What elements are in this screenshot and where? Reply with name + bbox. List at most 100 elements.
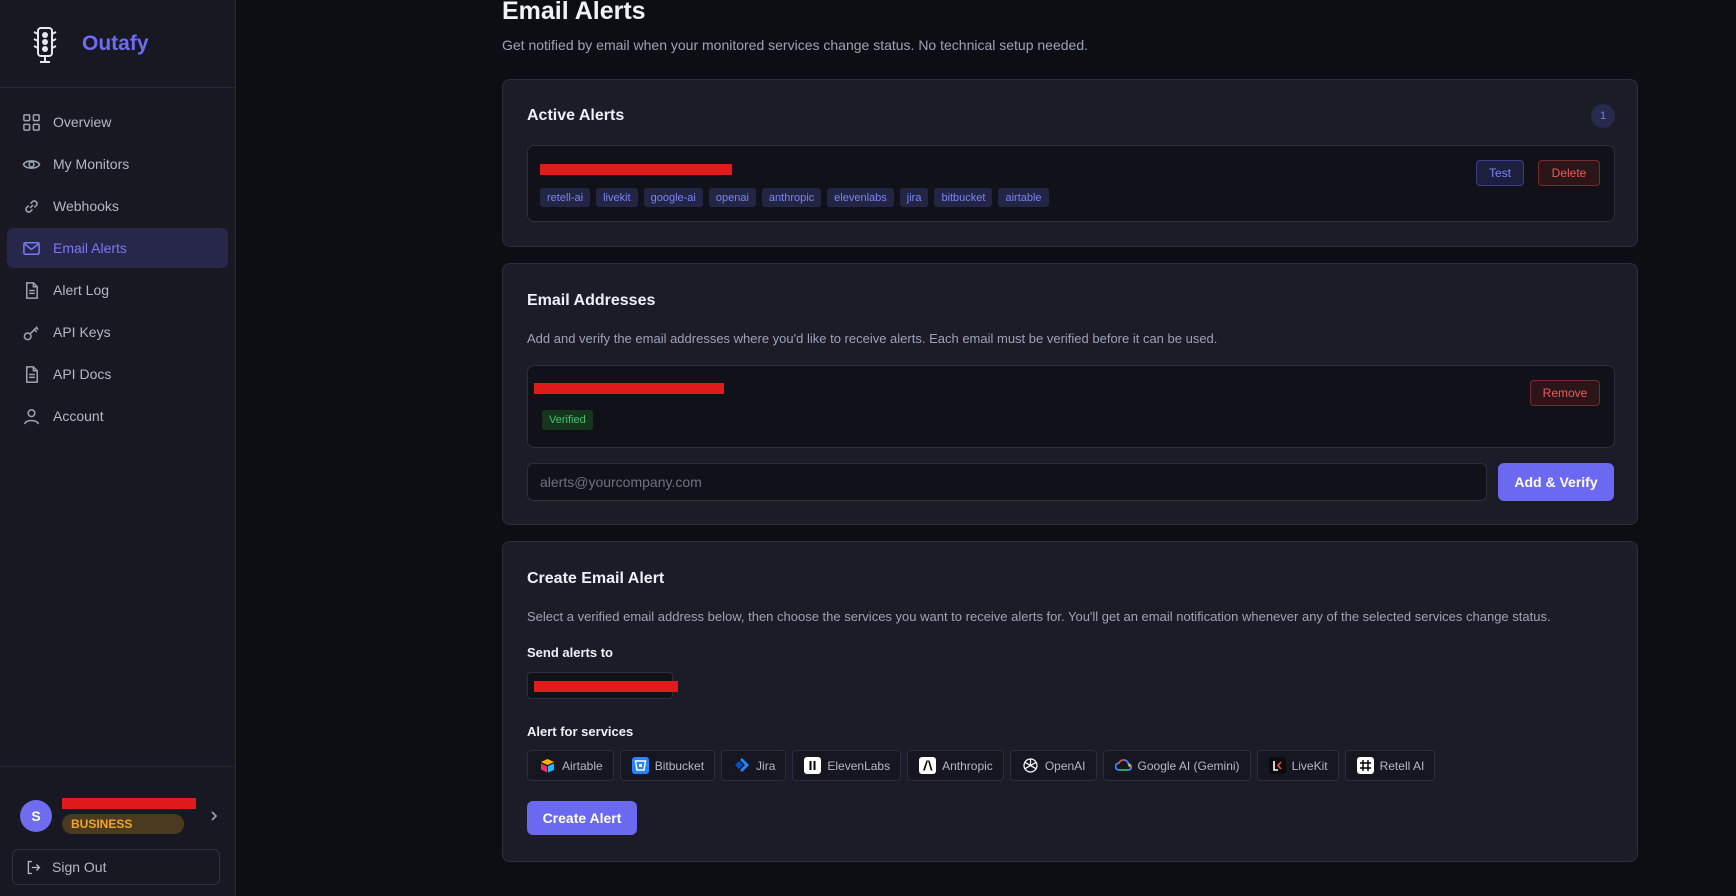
email-input[interactable]: [527, 463, 1487, 501]
avatar: S: [20, 800, 52, 832]
email-addresses-title: Email Addresses: [527, 292, 656, 309]
service-option-jira[interactable]: Jira: [721, 750, 787, 781]
document-icon: [21, 364, 41, 384]
email-addresses-description: Add and verify the email addresses where…: [527, 331, 1218, 346]
email-entry: Verified Remove: [527, 365, 1615, 448]
service-option-anthropic[interactable]: Anthropic: [907, 750, 1004, 781]
brand-name: Outafy: [82, 31, 149, 55]
service-label: OpenAI: [1044, 758, 1086, 773]
verified-badge: Verified: [542, 410, 593, 430]
sidebar-item-api-keys[interactable]: API Keys: [7, 312, 228, 352]
create-alert-button[interactable]: Create Alert: [527, 801, 637, 835]
service-option-livekit[interactable]: LiveKit: [1256, 750, 1339, 781]
send-to-email-redacted: [534, 681, 678, 692]
sidebar-item-email-alerts[interactable]: Email Alerts: [7, 228, 228, 268]
service-tag: anthropic: [761, 188, 822, 207]
service-label: LiveKit: [1291, 758, 1328, 773]
email-address-redacted: [534, 383, 724, 394]
service-tag: elevenlabs: [827, 188, 894, 207]
service-label: Anthropic: [942, 758, 993, 773]
service-tag: openai: [708, 188, 756, 207]
sidebar-item-label: Account: [53, 408, 104, 424]
sidebar-item-label: Email Alerts: [53, 240, 127, 256]
chevron-right-icon: [211, 811, 218, 821]
user-meta: BUSINESS: [62, 798, 198, 834]
remove-email-button[interactable]: Remove: [1530, 380, 1600, 406]
sidebar: Outafy Overview My Monitors Webhooks Ema…: [0, 0, 236, 896]
retell-icon: [1356, 757, 1374, 774]
sidebar-item-label: My Monitors: [53, 156, 130, 172]
alert-service-tags: retell-ai livekit google-ai openai anthr…: [540, 188, 1049, 207]
send-to-email-option[interactable]: [527, 672, 678, 699]
service-option-bitbucket[interactable]: Bitbucket: [619, 750, 716, 781]
elevenlabs-icon: [804, 757, 822, 774]
page-title: Email Alerts: [502, 0, 646, 25]
sidebar-item-api-docs[interactable]: API Docs: [7, 354, 228, 394]
service-option-google-ai[interactable]: Google AI (Gemini): [1102, 750, 1251, 781]
service-option-airtable[interactable]: Airtable: [527, 750, 614, 781]
sign-out-icon: [27, 860, 41, 874]
sign-out-label: Sign Out: [52, 859, 107, 875]
service-tag: airtable: [998, 188, 1049, 207]
create-alert-description: Select a verified email address below, t…: [527, 609, 1551, 624]
sidebar-item-label: API Keys: [53, 324, 111, 340]
service-tag: retell-ai: [540, 188, 591, 207]
sidebar-item-webhooks[interactable]: Webhooks: [7, 186, 228, 226]
sidebar-item-account[interactable]: Account: [7, 396, 228, 436]
anthropic-icon: [919, 757, 937, 774]
user-name-redacted: [62, 798, 196, 809]
service-options: Airtable Bitbucket Jira ElevenLabs Anthr…: [527, 750, 1436, 781]
service-option-retell-ai[interactable]: Retell AI: [1344, 750, 1436, 781]
google-cloud-icon: [1114, 757, 1132, 774]
service-label: Google AI (Gemini): [1137, 758, 1240, 773]
active-alerts-title: Active Alerts: [527, 107, 625, 124]
service-tag: jira: [899, 188, 929, 207]
active-alerts-count-badge: 1: [1591, 104, 1615, 128]
send-to-label: Send alerts to: [527, 645, 613, 660]
add-verify-button[interactable]: Add & Verify: [1498, 463, 1614, 501]
sidebar-nav: Overview My Monitors Webhooks Email Aler…: [0, 88, 235, 436]
sidebar-item-label: Alert Log: [53, 282, 110, 298]
key-icon: [21, 322, 41, 342]
bitbucket-icon: [631, 757, 649, 774]
airtable-icon: [539, 757, 556, 774]
openai-icon: [1022, 757, 1039, 774]
sidebar-item-alert-log[interactable]: Alert Log: [7, 270, 228, 310]
service-label: ElevenLabs: [827, 758, 891, 773]
link-icon: [21, 196, 41, 216]
service-tag: livekit: [596, 188, 638, 207]
service-option-elevenlabs[interactable]: ElevenLabs: [792, 750, 902, 781]
service-label: Airtable: [562, 758, 603, 773]
sidebar-item-label: Webhooks: [53, 198, 119, 214]
create-alert-title: Create Email Alert: [527, 570, 665, 587]
sidebar-item-my-monitors[interactable]: My Monitors: [7, 144, 228, 184]
services-label: Alert for services: [527, 724, 634, 739]
sidebar-item-label: API Docs: [53, 366, 112, 382]
document-icon: [21, 280, 41, 300]
service-option-openai[interactable]: OpenAI: [1009, 750, 1097, 781]
service-tag: bitbucket: [934, 188, 993, 207]
user-icon: [21, 406, 41, 426]
brand[interactable]: Outafy: [0, 0, 235, 88]
service-label: Bitbucket: [654, 758, 705, 773]
delete-alert-button[interactable]: Delete: [1538, 160, 1600, 186]
mail-icon: [21, 238, 41, 258]
email-addresses-card: Email Addresses Add and verify the email…: [502, 263, 1638, 525]
service-label: Jira: [756, 758, 776, 773]
test-alert-button[interactable]: Test: [1476, 160, 1524, 186]
alert-email-redacted: [540, 164, 732, 175]
create-alert-card: Create Email Alert Select a verified ema…: [502, 541, 1638, 862]
page-subtitle: Get notified by email when your monitore…: [502, 37, 1088, 53]
user-menu[interactable]: S BUSINESS: [20, 795, 220, 837]
grid-icon: [21, 112, 41, 132]
sidebar-footer: S BUSINESS Sign Out: [0, 766, 236, 896]
sign-out-button[interactable]: Sign Out: [12, 849, 220, 885]
service-label: Retell AI: [1379, 758, 1425, 773]
traffic-light-icon: [30, 24, 60, 64]
active-alerts-card: Active Alerts 1 retell-ai livekit google…: [502, 79, 1638, 247]
alert-item: retell-ai livekit google-ai openai anthr…: [527, 145, 1615, 222]
eye-icon: [21, 154, 41, 174]
plan-badge: BUSINESS: [62, 814, 184, 834]
sidebar-item-label: Overview: [53, 114, 112, 130]
sidebar-item-overview[interactable]: Overview: [7, 102, 228, 142]
